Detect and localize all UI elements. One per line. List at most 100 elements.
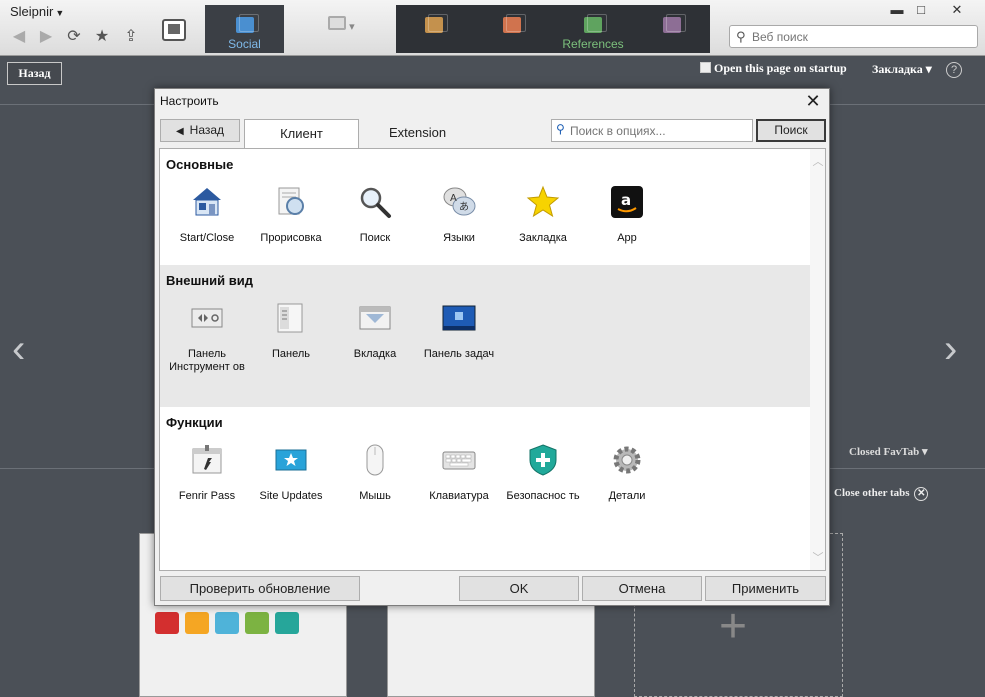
tab-client[interactable]: Клиент (244, 119, 359, 149)
option-label: Вкладка (353, 348, 397, 360)
toolbar-icon (191, 308, 223, 328)
option-start-close[interactable]: Start/Close (165, 185, 249, 245)
option-label: Детали (608, 490, 646, 502)
web-search-box[interactable]: ⚲ (729, 25, 978, 48)
search-icon: ⚲ (556, 122, 565, 136)
scroll-up-icon[interactable]: ︿ (812, 153, 824, 169)
check-update-button[interactable]: Проверить обновление (160, 576, 360, 601)
section-appearance: Внешний вид Панель Инструмент ов Панель … (160, 265, 810, 407)
app-tile-icon (275, 612, 299, 634)
option-toolbar[interactable]: Панель Инструмент ов (165, 301, 249, 374)
option-details[interactable]: Детали (585, 443, 669, 503)
tab-item[interactable] (396, 5, 472, 53)
star-icon[interactable]: ★ (91, 26, 113, 48)
option-label: Панель Инструмент ов (169, 348, 245, 373)
scroll-down-icon[interactable]: ﹀ (812, 549, 824, 565)
magnifier-icon (360, 187, 391, 218)
option-label: Start/Close (179, 232, 235, 244)
closed-favtab-dropdown[interactable]: Closed FavTab ▾ (849, 445, 927, 458)
tab-item[interactable] (634, 5, 710, 53)
apply-button[interactable]: Применить (705, 576, 826, 601)
languages-icon: Aあ (443, 187, 476, 216)
dialog-back-button[interactable]: ◀ Назад (160, 119, 240, 142)
tab-social[interactable]: Social (205, 5, 284, 53)
options-scrollbar[interactable]: ︿ ﹀ (810, 149, 825, 570)
fenrir-pass-icon (192, 445, 222, 474)
options-search-button[interactable]: Поиск (756, 119, 826, 142)
tab-page-icon (663, 14, 686, 33)
page-back-button[interactable]: Назад (7, 62, 62, 85)
back-arrow-icon[interactable]: ◀ (8, 26, 30, 48)
option-keyboard[interactable]: Клавиатура (417, 443, 501, 503)
back-triangle-icon: ◀ (175, 126, 184, 137)
open-on-startup-checkbox[interactable]: Open this page on startup (700, 61, 847, 76)
option-bookmark[interactable]: Закладка (501, 185, 585, 245)
close-other-tabs-button[interactable]: Close other tabs ✕ (834, 487, 929, 501)
options-search-input[interactable] (570, 122, 748, 139)
help-icon[interactable]: ? (946, 62, 962, 78)
option-label: Поиск (359, 232, 391, 244)
chevron-left-icon[interactable]: ‹ (12, 327, 25, 372)
star-icon (526, 185, 560, 218)
close-other-tabs-label: Close other tabs (834, 487, 910, 499)
option-label: Fenrir Pass (178, 490, 236, 502)
option-mouse[interactable]: Мышь (333, 443, 417, 503)
option-security[interactable]: Безопаснос ть (501, 443, 585, 503)
tab-page-icon (584, 14, 607, 33)
chevron-down-icon: ▾ (349, 21, 355, 33)
app-tile-icon (245, 612, 269, 634)
app-tile-icon (155, 612, 179, 634)
option-label: Site Updates (259, 490, 323, 502)
options-panel: Основные Start/Close Прорисовка Поиск Aあ… (159, 148, 826, 571)
site-updates-icon (275, 449, 307, 471)
option-search[interactable]: Поиск (333, 185, 417, 245)
close-icon: ✕ (914, 487, 929, 501)
share-icon[interactable]: ⇪ (120, 26, 142, 48)
tab-page-icon (425, 14, 448, 33)
svg-text:A: A (450, 193, 457, 204)
svg-text:あ: あ (459, 201, 469, 213)
app-menu[interactable]: Sleipnir ▼ (10, 4, 64, 19)
close-window-button[interactable]: ✕ (946, 1, 968, 19)
option-site-updates[interactable]: Site Updates (249, 443, 333, 503)
option-app[interactable]: a App (585, 185, 669, 245)
tab-icon (359, 306, 391, 330)
options-search-box[interactable]: ⚲ (551, 119, 753, 142)
panel-icon (277, 303, 303, 333)
reload-icon[interactable]: ⟳ (63, 26, 85, 48)
shield-icon (529, 444, 557, 476)
gear-icon (613, 446, 641, 474)
option-fenrir-pass[interactable]: Fenrir Pass (165, 443, 249, 503)
tab-page-icon (503, 14, 526, 33)
option-rendering[interactable]: Прорисовка (249, 185, 333, 245)
option-taskbar[interactable]: Панель задач (417, 301, 501, 361)
app-tile-icon (215, 612, 239, 634)
tab-references[interactable]: References (552, 5, 634, 53)
tab-extension[interactable]: Extension (365, 119, 470, 149)
option-label: Языки (443, 232, 475, 244)
tab-item[interactable] (472, 5, 552, 53)
option-label: Мышь (359, 490, 391, 502)
option-panel[interactable]: Панель (249, 301, 333, 361)
maximize-button[interactable]: □ (910, 1, 932, 19)
minimize-button[interactable]: ▬ (886, 1, 908, 19)
option-label: App (617, 232, 637, 244)
chevron-right-icon[interactable]: › (944, 327, 957, 372)
tab-overview-icon[interactable] (162, 19, 186, 41)
ok-button[interactable]: OK (459, 576, 579, 601)
option-languages[interactable]: Aあ Языки (417, 185, 501, 245)
tab-label: Social (228, 37, 261, 51)
mouse-icon (366, 444, 384, 476)
web-search-input[interactable] (752, 28, 972, 45)
tab-inactive[interactable]: ▾ (328, 16, 368, 36)
option-label: Прорисовка (260, 232, 322, 244)
checkbox-icon (700, 62, 711, 73)
cancel-button[interactable]: Отмена (582, 576, 702, 601)
keyboard-icon (442, 451, 476, 470)
forward-arrow-icon[interactable]: ▶ (35, 26, 57, 48)
plus-icon: + (719, 600, 748, 653)
dialog-back-label: Назад (189, 123, 225, 137)
bookmark-dropdown[interactable]: Закладка ▾ (872, 62, 932, 77)
dialog-close-button[interactable]: ✕ (803, 91, 823, 112)
option-tab[interactable]: Вкладка (333, 301, 417, 361)
